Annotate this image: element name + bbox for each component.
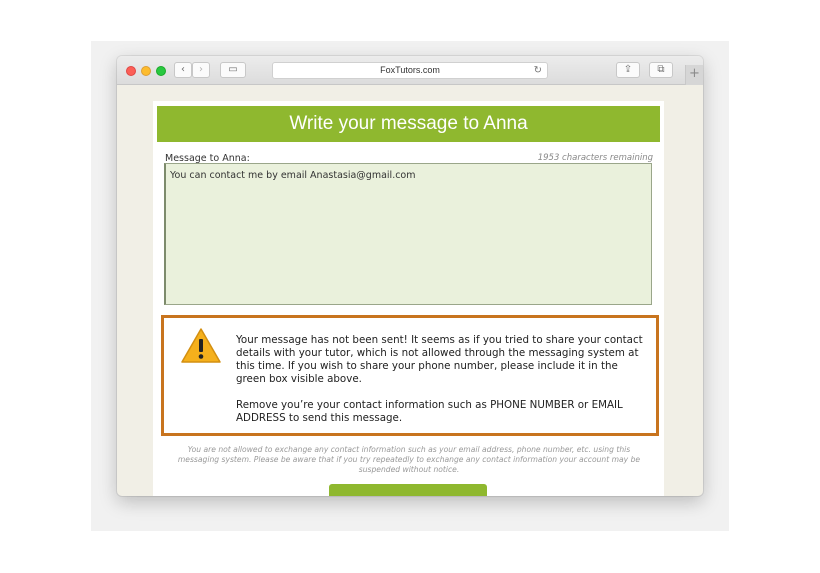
reload-icon[interactable]: ↻ <box>534 63 542 78</box>
warning-paragraph: Your message has not been sent! It seems… <box>236 334 643 385</box>
warning-box: Your message has not been sent! It seems… <box>161 315 659 436</box>
chevron-left-icon[interactable]: ‹ <box>174 62 192 78</box>
close-window-button[interactable] <box>126 66 136 76</box>
minimize-window-button[interactable] <box>141 66 151 76</box>
page-title: Write your message to Anna <box>157 106 660 142</box>
browser-toolbar: ‹ › ▭ FoxTutors.com ↻ ⇪ ⧉ + <box>117 56 703 85</box>
warning-paragraph: Remove you’re your contact information s… <box>236 399 623 424</box>
chevron-right-icon[interactable]: › <box>192 62 210 78</box>
tabs-icon[interactable]: ⧉ <box>649 62 673 78</box>
disclaimer-text: You are not allowed to exchange any cont… <box>177 445 641 474</box>
zoom-window-button[interactable] <box>156 66 166 76</box>
address-url: FoxTutors.com <box>380 65 440 75</box>
plus-icon[interactable]: + <box>685 65 703 85</box>
warning-icon <box>181 328 221 363</box>
share-icon[interactable]: ⇪ <box>616 62 640 78</box>
browser-window: ‹ › ▭ FoxTutors.com ↻ ⇪ ⧉ + Write your m… <box>117 56 703 496</box>
address-bar[interactable]: FoxTutors.com ↻ <box>272 62 548 79</box>
warning-message: Your message has not been sent! It seems… <box>236 334 650 425</box>
page-content: Write your message to Anna Message to An… <box>153 101 664 496</box>
message-text: You can contact me by email Anastasia@gm… <box>170 170 416 181</box>
characters-remaining: 1953 characters remaining <box>537 153 653 163</box>
sidebar-icon[interactable]: ▭ <box>220 62 246 78</box>
message-textarea[interactable]: You can contact me by email Anastasia@gm… <box>164 163 652 305</box>
send-message-button[interactable] <box>329 484 487 496</box>
